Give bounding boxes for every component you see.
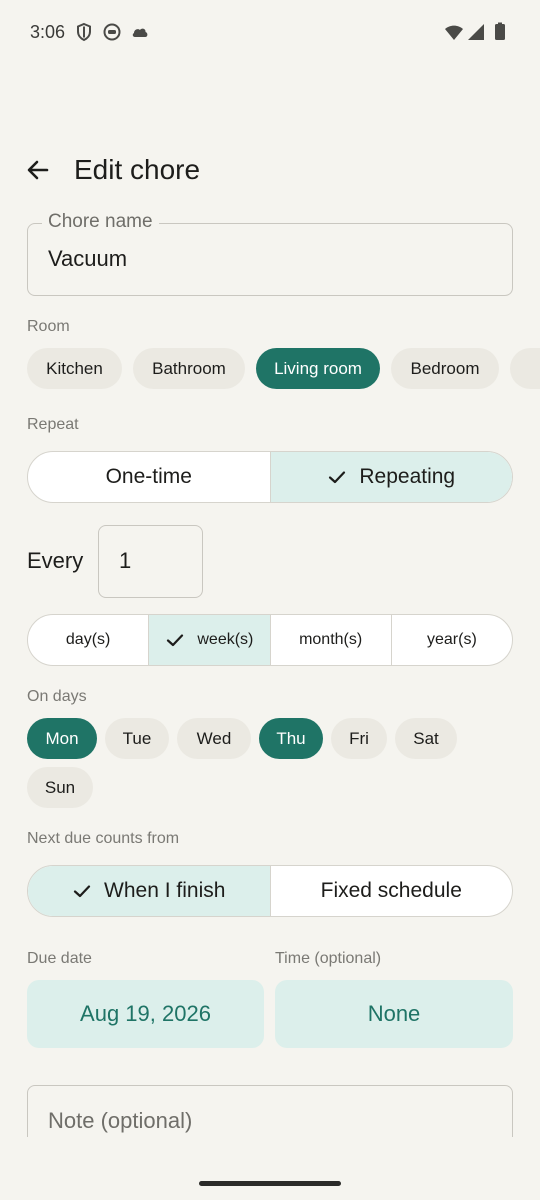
on-days-label: On days xyxy=(27,688,87,705)
page-title: Edit chore xyxy=(74,154,201,185)
due-date-button[interactable]: Aug 19, 2026 xyxy=(27,980,264,1048)
day-chip-fri[interactable]: Fri xyxy=(331,718,387,759)
time-label: Time (optional) xyxy=(275,950,382,967)
next-due-when-finish-option[interactable]: When I finish xyxy=(28,866,271,916)
day-chip-sun[interactable]: Sun xyxy=(27,767,93,808)
note-placeholder: Note (optional) xyxy=(48,1108,193,1133)
back-button[interactable] xyxy=(18,150,58,190)
room-chip-bathroom[interactable]: Bathroom xyxy=(133,348,245,389)
shield-icon xyxy=(77,22,91,42)
unit-months-option[interactable]: month(s) xyxy=(271,615,392,665)
room-chip-bedroom[interactable]: Bedroom xyxy=(391,348,499,389)
room-chip-more[interactable] xyxy=(510,348,540,389)
status-bar: 3:06 xyxy=(0,0,540,64)
time-button[interactable]: None xyxy=(275,980,513,1048)
bottom-nav-area xyxy=(0,1137,540,1200)
day-chip-tue[interactable]: Tue xyxy=(105,718,169,759)
unit-segmented-control: day(s) week(s) month(s) year(s) xyxy=(27,614,513,666)
repeat-repeating-option[interactable]: Repeating xyxy=(270,452,512,502)
check-icon xyxy=(167,634,184,647)
next-due-label: Next due counts from xyxy=(27,830,180,847)
wifi-icon xyxy=(445,25,463,40)
arrow-back-icon xyxy=(27,160,49,180)
next-due-segmented-control: When I finish Fixed schedule xyxy=(27,865,513,917)
face-icon xyxy=(103,23,121,41)
day-chip-wed[interactable]: Wed xyxy=(177,718,251,759)
repeat-segmented-control: One-time Repeating xyxy=(27,451,513,503)
chore-name-value[interactable]: Vacuum xyxy=(48,246,127,272)
next-due-fixed-schedule-option[interactable]: Fixed schedule xyxy=(271,866,513,916)
repeat-one-time-option[interactable]: One-time xyxy=(28,452,271,502)
due-date-label: Due date xyxy=(27,950,92,967)
room-chip-living-room[interactable]: Living room xyxy=(256,348,380,389)
unit-weeks-option[interactable]: week(s) xyxy=(149,615,271,665)
unit-days-option[interactable]: day(s) xyxy=(28,615,150,665)
unit-years-option[interactable]: year(s) xyxy=(392,615,512,665)
cloud-icon xyxy=(132,28,148,37)
day-chip-mon[interactable]: Mon xyxy=(27,718,97,759)
home-indicator[interactable] xyxy=(199,1181,341,1186)
status-time: 3:06 xyxy=(30,22,66,42)
battery-icon xyxy=(495,22,505,40)
check-icon xyxy=(329,471,346,484)
top-app-bar: Edit chore xyxy=(0,140,540,200)
repeat-label: Repeat xyxy=(27,416,79,433)
every-label: Every xyxy=(27,548,84,573)
room-label: Room xyxy=(27,318,70,335)
day-chip-thu[interactable]: Thu xyxy=(259,718,323,759)
room-chip-kitchen[interactable]: Kitchen xyxy=(27,348,122,389)
check-icon xyxy=(73,885,91,898)
every-input[interactable] xyxy=(98,525,203,598)
chore-name-label: Chore name xyxy=(42,211,159,233)
day-chip-sat[interactable]: Sat xyxy=(395,718,457,759)
every-value[interactable]: 1 xyxy=(119,548,131,574)
signal-icon xyxy=(468,24,484,40)
